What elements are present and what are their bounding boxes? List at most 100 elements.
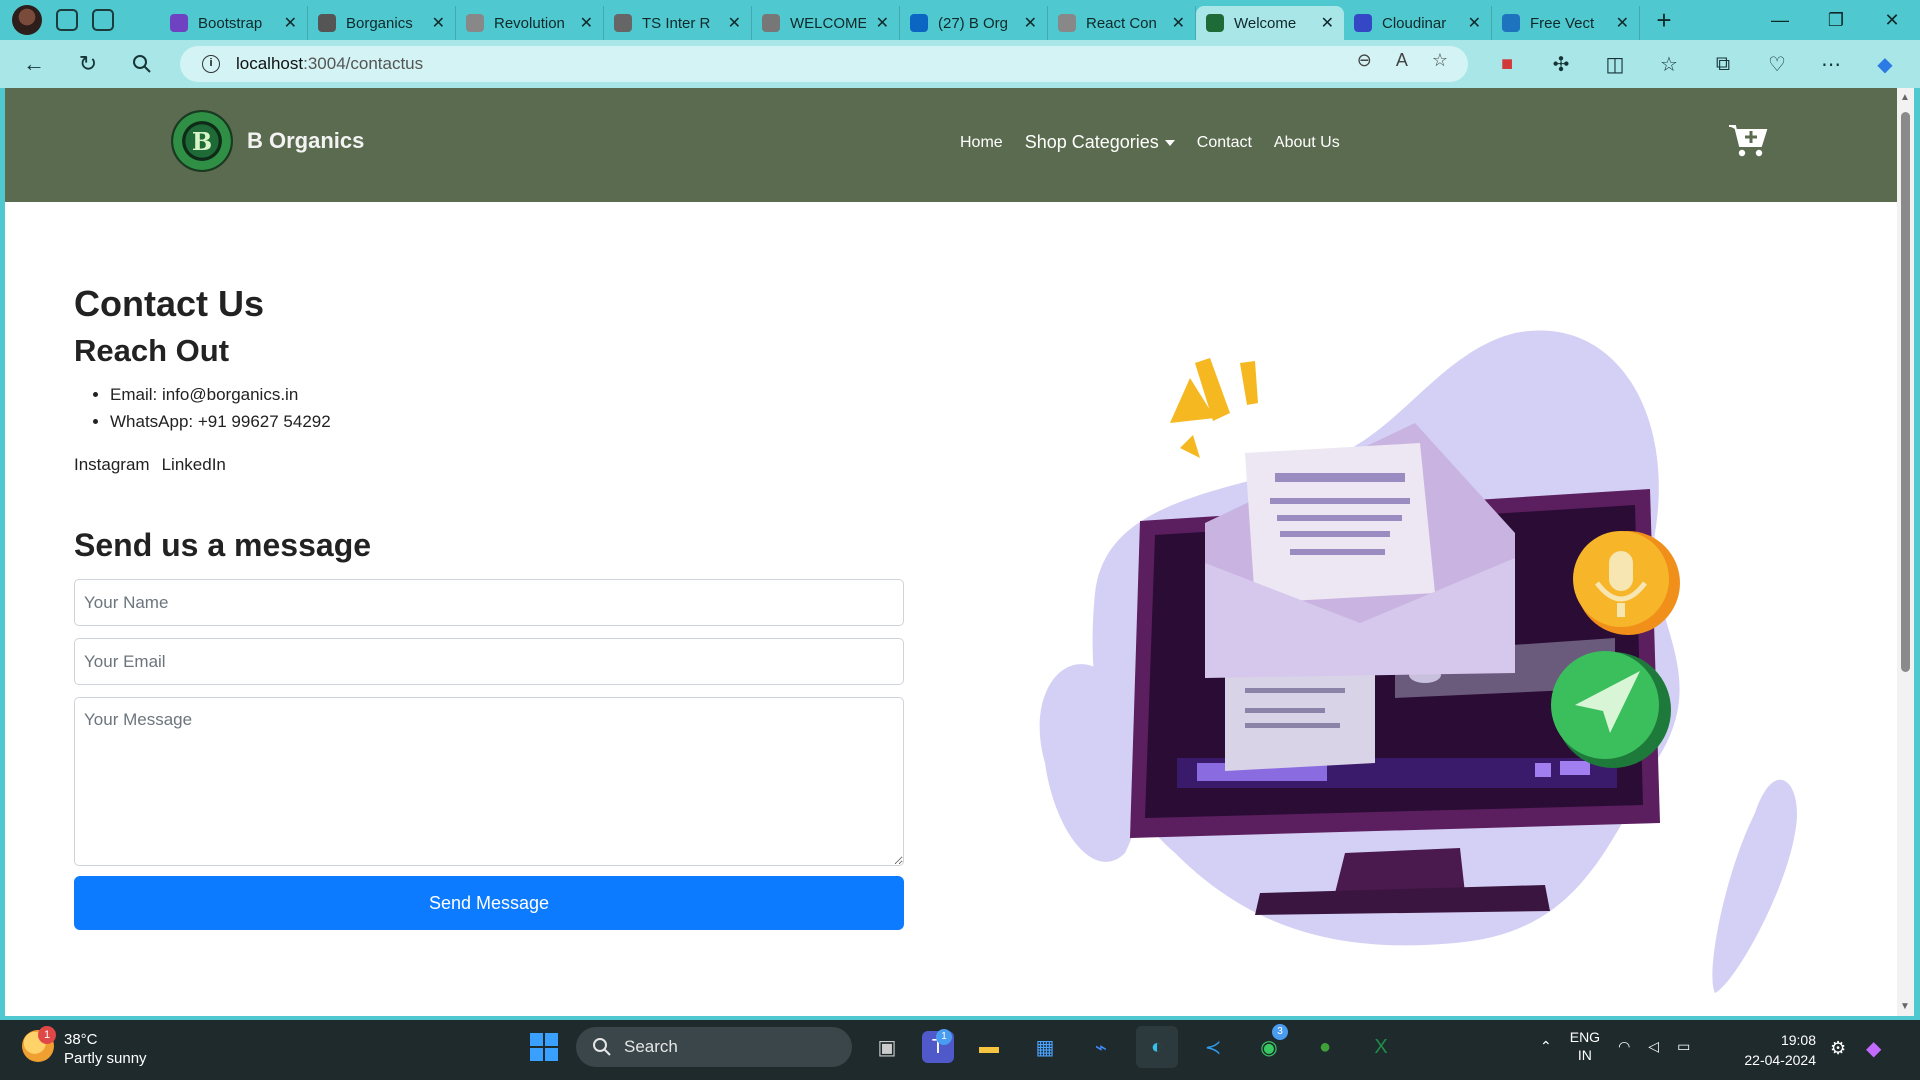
tab-close-icon[interactable]: ✕: [1616, 13, 1629, 33]
send-message-heading: Send us a message: [74, 527, 372, 563]
weather-widget[interactable]: 1 38°C Partly sunny: [22, 1026, 147, 1068]
tab-close-icon[interactable]: ✕: [1024, 13, 1037, 33]
collections-icon[interactable]: ⧉: [1704, 53, 1742, 76]
vscode-icon[interactable]: ≺: [1192, 1026, 1234, 1068]
site-info-icon[interactable]: i: [202, 55, 220, 73]
tab-strip-left: [0, 5, 160, 35]
refresh-icon[interactable]: ↻: [68, 44, 108, 84]
nav-contact[interactable]: Contact: [1197, 134, 1252, 152]
browser-tab[interactable]: Revolution ✕: [456, 6, 604, 40]
contact-content: Contact Us Reach Out Email: info@borgani…: [74, 283, 904, 930]
browser-tab[interactable]: WELCOME ✕: [752, 6, 900, 40]
scroll-up-icon[interactable]: ▲: [1900, 92, 1910, 103]
browser-tab[interactable]: (27) B Org ✕: [900, 6, 1048, 40]
remote-app-icon[interactable]: ⌁: [1080, 1026, 1122, 1068]
windows-taskbar: 1 38°C Partly sunny Search ▣ T1 ▬ ▦ ⌁ ◐ …: [0, 1020, 1920, 1080]
show-hidden-icons-icon[interactable]: ⌃: [1540, 1038, 1552, 1055]
tab-title: TS Inter R: [642, 14, 711, 32]
favorite-star-icon[interactable]: ☆: [1432, 50, 1448, 71]
tab-favicon-icon: [614, 14, 632, 32]
taskbar-search[interactable]: Search: [576, 1027, 852, 1067]
instagram-link[interactable]: Instagram: [74, 455, 150, 475]
tab-title: Bootstrap: [198, 14, 263, 32]
windows-start-icon[interactable]: [526, 1029, 562, 1065]
teams-badge: 1: [936, 1029, 952, 1045]
nav-home[interactable]: Home: [960, 134, 1003, 152]
linkedin-link[interactable]: LinkedIn: [162, 455, 226, 475]
file-explorer-icon[interactable]: ▬: [968, 1026, 1010, 1068]
weather-temp: 38°C: [64, 1031, 98, 1048]
wifi-icon[interactable]: ◠: [1618, 1038, 1630, 1055]
store-icon[interactable]: ▦: [1024, 1026, 1066, 1068]
browser-tab[interactable]: Bootstrap ✕: [160, 6, 308, 40]
mongodb-icon[interactable]: ●: [1304, 1026, 1346, 1068]
tab-close-icon[interactable]: ✕: [432, 13, 445, 33]
split-screen-icon[interactable]: ◫: [1596, 52, 1634, 77]
message-textarea[interactable]: [74, 697, 904, 866]
contact-illustration: [1039, 330, 1797, 993]
browser-tab[interactable]: Welcome ✕: [1196, 6, 1344, 40]
clock[interactable]: 19:08 22-04-2024: [1736, 1030, 1816, 1070]
clock-date: 22-04-2024: [1744, 1052, 1816, 1068]
profile-avatar-icon[interactable]: [12, 5, 42, 35]
tab-actions-icon[interactable]: [92, 9, 114, 31]
favorites-icon[interactable]: ☆: [1650, 52, 1688, 77]
excel-icon[interactable]: X: [1360, 1026, 1402, 1068]
browser-tab[interactable]: Borganics ✕: [308, 6, 456, 40]
browser-tab[interactable]: TS Inter R ✕: [604, 6, 752, 40]
extension-red-icon[interactable]: ■: [1488, 53, 1526, 76]
copilot-taskbar-icon[interactable]: ◆: [1866, 1036, 1881, 1061]
tab-close-icon[interactable]: ✕: [1172, 13, 1185, 33]
browser-essentials-icon[interactable]: ♡: [1758, 52, 1796, 77]
name-input[interactable]: [74, 579, 904, 626]
brand-logo: B: [171, 110, 233, 172]
whatsapp-icon[interactable]: ◉ 3: [1248, 1024, 1290, 1068]
whatsapp-item: WhatsApp: +91 99627 54292: [110, 408, 904, 435]
back-icon[interactable]: ←: [14, 44, 54, 84]
task-view-icon[interactable]: ▣: [866, 1026, 908, 1068]
page-scrollbar[interactable]: ▲ ▼: [1897, 88, 1914, 1016]
language-indicator[interactable]: ENG IN: [1570, 1028, 1600, 1064]
zoom-icon[interactable]: ⊖: [1357, 50, 1372, 71]
close-window-button[interactable]: ✕: [1864, 0, 1920, 40]
taskbar-search-label: Search: [624, 1037, 678, 1056]
minimize-button[interactable]: —: [1752, 0, 1808, 40]
edge-icon[interactable]: ◐: [1136, 1026, 1178, 1068]
browser-tab-strip: Bootstrap ✕ Borganics ✕ Revolution ✕ TS Inter …: [0, 0, 1920, 40]
scroll-down-icon[interactable]: ▼: [1900, 1001, 1910, 1012]
tab-favicon-icon: [170, 14, 188, 32]
tab-title: Welcome: [1234, 14, 1297, 32]
teams-icon[interactable]: T1: [922, 1029, 954, 1063]
battery-icon[interactable]: ▭: [1677, 1038, 1690, 1055]
read-aloud-icon[interactable]: A: [1396, 50, 1408, 71]
extensions-icon[interactable]: ✣: [1542, 52, 1580, 77]
new-tab-button[interactable]: +: [1646, 5, 1682, 36]
tab-close-icon[interactable]: ✕: [1468, 13, 1481, 33]
send-message-button[interactable]: Send Message: [74, 876, 904, 930]
copilot-icon[interactable]: ◆: [1866, 52, 1904, 77]
clock-time: 19:08: [1780, 1032, 1816, 1048]
weather-desc: Partly sunny: [64, 1050, 147, 1067]
search-icon[interactable]: [122, 44, 162, 84]
nav-shop-categories[interactable]: Shop Categories: [1025, 132, 1175, 153]
volume-icon[interactable]: ◁: [1648, 1038, 1659, 1055]
address-bar[interactable]: i localhost:3004/contactus ⊖ A ☆: [180, 46, 1468, 82]
cart-icon[interactable]: [1727, 122, 1769, 158]
caret-down-icon: [1164, 140, 1175, 147]
email-input[interactable]: [74, 638, 904, 685]
settings-gear-icon[interactable]: ⚙: [1830, 1038, 1846, 1059]
tab-close-icon[interactable]: ✕: [876, 13, 889, 33]
restore-button[interactable]: ❐: [1808, 0, 1864, 40]
nav-about[interactable]: About Us: [1274, 134, 1340, 152]
brand[interactable]: B B Organics: [171, 110, 364, 172]
workspaces-icon[interactable]: [56, 9, 78, 31]
tab-close-icon[interactable]: ✕: [1321, 13, 1334, 33]
browser-tab[interactable]: React Con ✕: [1048, 6, 1196, 40]
tab-close-icon[interactable]: ✕: [284, 13, 297, 33]
scrollbar-thumb[interactable]: [1901, 112, 1910, 672]
tab-close-icon[interactable]: ✕: [580, 13, 593, 33]
browser-tab[interactable]: Cloudinar ✕: [1344, 6, 1492, 40]
tab-close-icon[interactable]: ✕: [728, 13, 741, 33]
more-menu-icon[interactable]: ⋯: [1812, 52, 1850, 77]
browser-tab[interactable]: Free Vect ✕: [1492, 6, 1640, 40]
